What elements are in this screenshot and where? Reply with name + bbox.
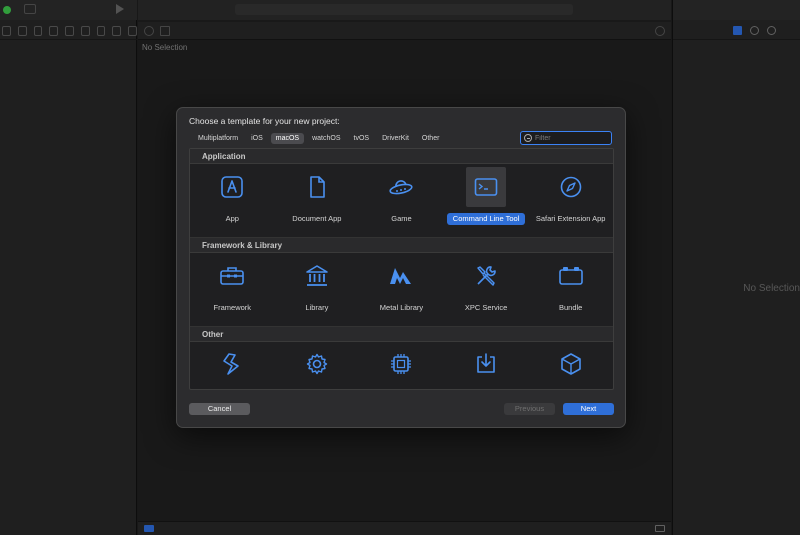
toolbox-icon — [220, 267, 245, 285]
platform-tab-bar: Multiplatform iOS macOS watchOS tvOS Dri… — [189, 130, 614, 147]
tab-other[interactable]: Other — [417, 133, 445, 144]
terminal-icon — [474, 178, 498, 196]
cancel-button[interactable]: Cancel — [189, 403, 250, 415]
filter-field[interactable] — [520, 131, 612, 145]
template-list: Application App Document App Game Comman… — [189, 148, 614, 390]
template-label: Document App — [292, 214, 342, 223]
template-label: Framework — [213, 303, 252, 312]
template-app[interactable]: App — [190, 164, 275, 237]
next-button[interactable]: Next — [563, 403, 614, 415]
cube-icon — [560, 353, 581, 375]
tab-tvos[interactable]: tvOS — [349, 133, 375, 144]
template-other-4[interactable] — [444, 342, 529, 389]
bundle-icon — [558, 267, 583, 285]
section-header-other: Other — [190, 327, 613, 342]
template-label: Bundle — [558, 303, 583, 312]
template-label: Metal Library — [379, 303, 424, 312]
document-icon — [310, 176, 325, 198]
download-tray-icon — [477, 353, 495, 373]
app-store-a-icon — [221, 176, 244, 198]
template-chooser-sheet: Choose a template for your new project: … — [176, 107, 626, 428]
previous-button[interactable]: Previous — [504, 403, 555, 415]
template-other-1[interactable] — [190, 342, 275, 389]
template-document-app[interactable]: Document App — [275, 164, 360, 237]
template-label: Game — [391, 214, 412, 223]
template-library[interactable]: Library — [275, 253, 360, 326]
template-label: App — [225, 214, 239, 223]
tab-multiplatform[interactable]: Multiplatform — [193, 133, 243, 144]
template-row-application: App Document App Game Command Line Tool … — [190, 164, 613, 238]
wrench-screwdriver-icon — [477, 266, 496, 286]
ufo-icon — [389, 180, 414, 195]
template-bundle[interactable]: Bundle — [528, 253, 613, 326]
template-other-2[interactable] — [275, 342, 360, 389]
gear-icon — [306, 353, 328, 375]
sheet-title: Choose a template for your new project: — [189, 116, 340, 126]
template-framework[interactable]: Framework — [190, 253, 275, 326]
template-safari-extension-app[interactable]: Safari Extension App — [528, 164, 613, 237]
filter-input[interactable] — [535, 134, 605, 142]
template-row-framework-library: Framework Library Metal Library XPC Serv… — [190, 253, 613, 327]
swift-package-icon — [223, 353, 240, 375]
template-label: Library — [305, 303, 329, 312]
template-row-other — [190, 342, 613, 389]
filter-icon — [524, 134, 532, 142]
template-label: Safari Extension App — [535, 214, 606, 223]
template-other-3[interactable] — [359, 342, 444, 389]
template-metal-library[interactable]: Metal Library — [359, 253, 444, 326]
tab-macos[interactable]: macOS — [270, 133, 305, 144]
tab-driverkit[interactable]: DriverKit — [377, 133, 414, 144]
template-label: Command Line Tool — [447, 213, 526, 225]
template-game[interactable]: Game — [359, 164, 444, 237]
template-other-5[interactable] — [528, 342, 613, 389]
template-xpc-service[interactable]: XPC Service — [444, 253, 529, 326]
section-header-framework-library: Framework & Library — [190, 238, 613, 253]
tab-ios[interactable]: iOS — [246, 133, 268, 144]
template-command-line-tool[interactable]: Command Line Tool — [444, 164, 529, 237]
chip-icon — [391, 354, 412, 374]
section-header-application: Application — [190, 149, 613, 164]
building-columns-icon — [306, 265, 328, 286]
template-label: XPC Service — [464, 303, 508, 312]
compass-icon — [560, 176, 581, 198]
tab-watchos[interactable]: watchOS — [307, 133, 345, 144]
metal-icon — [390, 268, 412, 284]
